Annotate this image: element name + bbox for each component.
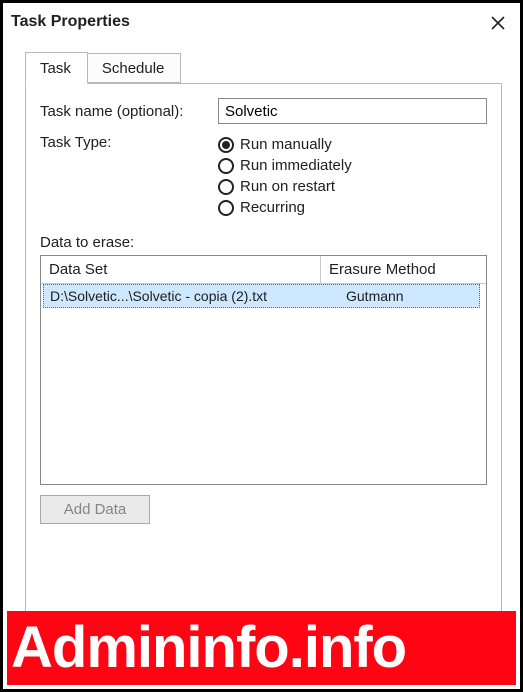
watermark-text: Admininfo.info <box>11 619 406 677</box>
taskname-input[interactable] <box>218 98 487 124</box>
radio-run-immediately[interactable]: Run immediately <box>218 157 352 174</box>
tabpage-task: Task name (optional): Task Type: Run man… <box>25 83 502 613</box>
tab-task-label: Task <box>40 60 71 77</box>
close-icon[interactable] <box>486 11 510 35</box>
tabstrip: Task Schedule <box>25 47 502 83</box>
row-tasktype: Task Type: Run manually Run immediately … <box>40 134 487 216</box>
tab-schedule[interactable]: Schedule <box>87 53 182 83</box>
col-header-dataset[interactable]: Data Set <box>41 256 321 283</box>
titlebar: Task Properties <box>3 3 520 41</box>
add-data-label: Add Data <box>64 501 127 518</box>
data-to-erase-label: Data to erase: <box>40 234 487 251</box>
radio-label: Recurring <box>240 199 305 216</box>
col-header-method[interactable]: Erasure Method <box>321 256 486 283</box>
window-title: Task Properties <box>11 11 130 31</box>
radio-icon <box>218 200 234 216</box>
radio-icon <box>218 158 234 174</box>
add-data-button[interactable]: Add Data <box>40 495 150 524</box>
tasktype-radios: Run manually Run immediately Run on rest… <box>218 136 352 216</box>
cell-dataset: D:\Solvetic...\Solvetic - copia (2).txt <box>44 285 340 307</box>
radio-label: Run on restart <box>240 178 335 195</box>
cell-method: Gutmann <box>340 285 479 307</box>
table-row[interactable]: D:\Solvetic...\Solvetic - copia (2).txt … <box>43 284 480 308</box>
radio-label: Run manually <box>240 136 332 153</box>
radio-run-on-restart[interactable]: Run on restart <box>218 178 352 195</box>
grid-header: Data Set Erasure Method <box>41 256 486 284</box>
tab-schedule-label: Schedule <box>102 60 165 77</box>
radio-recurring[interactable]: Recurring <box>218 199 352 216</box>
radio-run-manually[interactable]: Run manually <box>218 136 352 153</box>
task-properties-window: Task Properties Task Schedule Task name … <box>0 0 523 692</box>
radio-icon <box>218 137 234 153</box>
tab-task[interactable]: Task <box>25 52 88 84</box>
tasktype-label: Task Type: <box>40 134 218 151</box>
row-taskname: Task name (optional): <box>40 98 487 124</box>
watermark-banner: Admininfo.info <box>7 611 516 685</box>
taskname-label: Task name (optional): <box>40 103 218 120</box>
data-grid[interactable]: Data Set Erasure Method D:\Solvetic...\S… <box>40 255 487 485</box>
client-area: Task Schedule Task name (optional): Task… <box>3 41 520 613</box>
radio-label: Run immediately <box>240 157 352 174</box>
radio-icon <box>218 179 234 195</box>
